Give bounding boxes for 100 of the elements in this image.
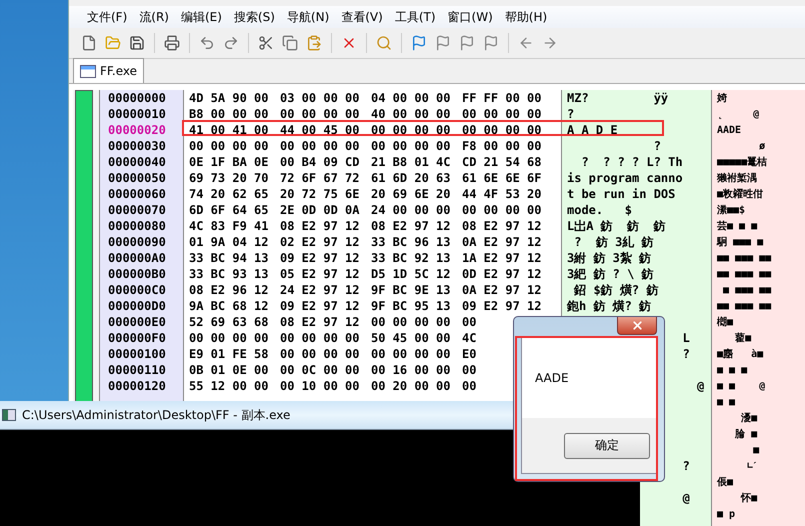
hex-bytes: 08 E2 96 12	[189, 283, 268, 297]
hex-bytes: 09 E2 97 12	[280, 251, 360, 265]
unicode-text: ■ ■ @	[717, 380, 766, 392]
ascii-text: L	[682, 331, 690, 345]
hex-bytes: 08 E2 97 12	[280, 219, 360, 233]
ascii-text: @	[682, 491, 690, 505]
unicode-text: 樃■	[717, 315, 734, 329]
hex-bytes: 24 00 00 00	[371, 203, 450, 217]
hex-bytes: 9F BC 95 13	[371, 299, 450, 313]
copy-icon[interactable]	[280, 33, 300, 53]
hex-bytes: 00 00 00 00	[189, 331, 268, 345]
menu-item[interactable]: 流(R)	[133, 6, 175, 28]
ascii-text: ?	[682, 459, 690, 473]
hex-bytes: 02 E2 97 12	[280, 235, 360, 249]
hex-bytes: F8 00 00 00	[462, 139, 542, 153]
offset-text: 000000A0	[107, 251, 166, 265]
unicode-text: ■■■■■鼍桔	[717, 156, 768, 169]
close-button[interactable]	[617, 317, 657, 335]
hex-bytes: 52 69 63 68	[189, 315, 268, 329]
ascii-text: ? 鈁 3糺 鈁	[574, 234, 654, 250]
unicode-text: ■ p	[717, 508, 736, 520]
offset-text: 00000050	[107, 171, 166, 185]
offset-text: 000000F0	[107, 331, 166, 345]
menu-item[interactable]: 工具(T)	[388, 6, 442, 28]
unicode-text: 駉 ■■■ ■	[717, 236, 764, 249]
ok-button[interactable]: 确定	[564, 432, 650, 458]
unicode-text: ■敉糴甠佄	[717, 188, 764, 201]
menu-item[interactable]: 文件(F)	[81, 6, 134, 28]
menu-item[interactable]: 查看(V)	[335, 6, 389, 28]
hex-bytes: 00 00 00 00	[280, 347, 360, 361]
hex-bytes: 00 00 00 00	[280, 107, 360, 121]
hex-bytes: 08 E2 97 12	[462, 219, 542, 233]
hex-bytes: 08 E2 97 12	[280, 315, 360, 329]
hex-bytes: 00 00 00 00	[371, 139, 450, 153]
hex-bytes: 08 E2 97 12	[371, 219, 450, 233]
hex-bytes: 24 E2 97 12	[280, 283, 360, 297]
hex-bytes: B8 00 00 00	[189, 107, 268, 121]
hex-bytes: 00 00 00 00	[189, 139, 268, 153]
unicode-text: ■■ ■■■ ■■	[717, 252, 772, 264]
ascii-text: ? ? ? ? L? Th	[581, 155, 683, 169]
console-icon	[2, 409, 16, 421]
hex-bytes: 61 6D 20 63	[371, 171, 450, 185]
menu-item[interactable]: 编辑(E)	[174, 6, 228, 28]
offset-text: 00000030	[107, 139, 166, 153]
hex-bytes: 00 0C 00 00	[280, 363, 360, 377]
unicode-text: 藋■	[735, 332, 752, 345]
ascii-text: 3紨 鈁 3紮 鈁	[567, 250, 652, 266]
hex-bytes: 00 00 00 00	[462, 203, 542, 217]
message-text: AADE	[535, 371, 569, 385]
hex-bytes: 20 69 6E 20	[371, 187, 450, 201]
ascii-text: MZ? ÿÿ	[567, 91, 668, 105]
hex-bytes: 41 00 41 00	[189, 123, 268, 137]
ascii-text: mode. $	[567, 203, 632, 217]
hex-bytes: 00 00 00 00	[462, 123, 542, 137]
unicode-text: ˛ @	[717, 108, 760, 120]
offset-text: 00000010	[107, 107, 166, 121]
ascii-text: 3紦 鈁 ? \ 鈁	[567, 266, 654, 282]
file-tab[interactable]: FF.exe	[73, 58, 144, 83]
unicode-text: ∟ˊ	[747, 460, 756, 472]
unicode-text: ■ ■ ■	[717, 364, 748, 376]
hex-bytes: 44 00 45 00	[280, 123, 360, 137]
hex-bytes: 40 00 00 00	[371, 107, 450, 121]
hex-bytes: 44 4F 53 20	[462, 187, 542, 201]
unicode-text: 倀■	[717, 476, 734, 489]
hex-bytes: 01 9A 04 12	[189, 235, 268, 249]
unicode-text: ■䴥 à■	[717, 347, 764, 361]
hex-bytes: 00	[462, 379, 476, 393]
hex-bytes: 04 00 00 00	[371, 91, 450, 105]
offset-text: 00000000	[107, 91, 166, 105]
menu-item[interactable]: 窗口(W)	[442, 6, 499, 28]
hex-bytes: 21 B8 01 4C	[371, 155, 450, 169]
offset-text: 00000070	[107, 203, 166, 217]
hex-bytes: 0A E2 97 12	[462, 235, 542, 249]
printer-icon[interactable]	[162, 33, 182, 53]
hex-bytes: 05 E2 97 12	[280, 267, 360, 281]
hex-bytes: 00 00 00 00	[371, 315, 450, 329]
menu-item[interactable]: 帮助(H)	[498, 6, 554, 28]
menu-item[interactable]: 搜索(S)	[228, 6, 281, 28]
offset-text: 000000B0	[107, 267, 166, 281]
hex-bytes: 00 00 00 00	[371, 123, 450, 137]
hex-bytes: 33 BC 92 13	[371, 251, 450, 265]
ascii-text: ?	[654, 139, 661, 153]
hex-bytes: 00 10 00 00	[280, 379, 360, 393]
hex-bytes: CD 21 54 68	[462, 155, 542, 169]
hex-bytes: 74 20 62 65	[189, 187, 268, 201]
hex-bytes: 4C	[462, 331, 476, 345]
hex-bytes: 33 BC 96 13	[371, 235, 450, 249]
unicode-text: 潫■■$	[717, 204, 746, 217]
hex-bytes: E0	[462, 347, 476, 361]
hex-bytes: 9A BC 68 12	[189, 299, 268, 313]
offset-text: 00000040	[107, 155, 166, 169]
hex-bytes: 0E 1F BA 0E	[189, 155, 268, 169]
hex-bytes: 00	[462, 315, 476, 329]
hex-bytes: 00 00 00 00	[371, 347, 450, 361]
hex-bytes: 09 E2 97 12	[280, 299, 360, 313]
hex-bytes: 0A E2 97 12	[462, 283, 542, 297]
offset-text: 00000060	[107, 187, 166, 201]
offset-text: 000000D0	[107, 299, 166, 313]
menu-item[interactable]: 导航(N)	[280, 6, 336, 28]
hex-bytes: 2E 0D 0D 0A	[280, 203, 360, 217]
